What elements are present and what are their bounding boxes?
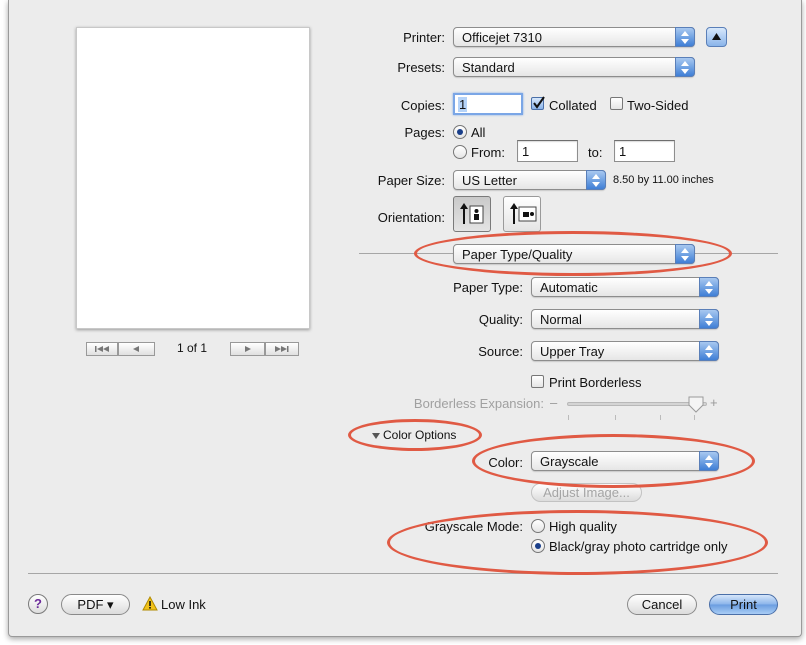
color-popup[interactable]: Grayscale bbox=[531, 451, 719, 471]
disclosure-triangle-icon bbox=[372, 433, 380, 439]
paper-dimensions: 8.50 by 11.00 inches bbox=[613, 174, 714, 186]
paper-size-value: US Letter bbox=[462, 173, 517, 188]
print-button[interactable]: Print bbox=[709, 594, 778, 615]
source-label: Source: bbox=[478, 344, 523, 359]
color-options-disclosure[interactable]: Color Options bbox=[371, 428, 471, 444]
landscape-orientation-icon bbox=[510, 203, 537, 224]
popup-arrows-icon bbox=[699, 341, 719, 361]
high-quality-label: High quality bbox=[549, 519, 617, 534]
low-ink-label: Low Ink bbox=[161, 597, 206, 612]
next-page-icon bbox=[245, 346, 251, 352]
next-page-button[interactable] bbox=[230, 342, 265, 356]
pages-from-label: From: bbox=[471, 145, 505, 160]
pages-label: Pages: bbox=[404, 125, 445, 140]
slider-track bbox=[567, 402, 707, 406]
popup-arrows-icon bbox=[699, 309, 719, 329]
first-page-button[interactable] bbox=[86, 342, 118, 356]
checkmark-icon bbox=[533, 96, 545, 109]
pages-to-value: 1 bbox=[619, 144, 627, 159]
first-page-icon bbox=[95, 346, 109, 352]
pages-all-label: All bbox=[471, 125, 486, 140]
presets-value: Standard bbox=[462, 60, 515, 75]
printer-value: Officejet 7310 bbox=[462, 30, 542, 45]
popup-arrows-icon bbox=[699, 451, 719, 471]
slider-minus-label: – bbox=[550, 395, 558, 410]
color-value: Grayscale bbox=[540, 454, 599, 469]
black-cartridge-radio[interactable] bbox=[531, 539, 545, 553]
portrait-orientation-icon bbox=[460, 203, 484, 224]
popup-arrows-icon bbox=[586, 170, 606, 190]
slider-tick bbox=[568, 415, 569, 420]
pages-from-value: 1 bbox=[522, 144, 530, 159]
grayscale-mode-label: Grayscale Mode: bbox=[424, 519, 523, 534]
copies-value: 1 bbox=[458, 97, 468, 112]
presets-popup[interactable]: Standard bbox=[453, 57, 695, 77]
presets-label: Presets: bbox=[397, 60, 445, 75]
warning-icon bbox=[142, 596, 158, 611]
paper-type-label: Paper Type: bbox=[453, 280, 523, 295]
pdf-button[interactable]: PDF ▾ bbox=[61, 594, 130, 615]
section-popup[interactable]: Paper Type/Quality bbox=[453, 244, 695, 264]
paper-type-value: Automatic bbox=[540, 280, 598, 295]
last-page-icon bbox=[275, 346, 289, 352]
pages-all-radio[interactable] bbox=[453, 125, 467, 139]
high-quality-radio[interactable] bbox=[531, 519, 545, 533]
slider-thumb bbox=[688, 396, 704, 413]
popup-arrows-icon bbox=[675, 57, 695, 77]
quality-value: Normal bbox=[540, 312, 582, 327]
help-button[interactable]: ? bbox=[28, 594, 48, 614]
section-value: Paper Type/Quality bbox=[462, 247, 573, 262]
pages-from-field[interactable]: 1 bbox=[517, 140, 578, 162]
landscape-button[interactable] bbox=[503, 196, 541, 232]
triangle-up-icon bbox=[712, 33, 721, 40]
copies-field[interactable]: 1 bbox=[453, 93, 523, 115]
page-preview bbox=[76, 27, 310, 329]
source-value: Upper Tray bbox=[540, 344, 605, 359]
portrait-button[interactable] bbox=[453, 196, 491, 232]
cancel-button[interactable]: Cancel bbox=[627, 594, 697, 615]
popup-arrows-icon bbox=[675, 244, 695, 264]
slider-plus-label: + bbox=[710, 395, 718, 410]
collated-label: Collated bbox=[549, 98, 597, 113]
copies-label: Copies: bbox=[400, 98, 445, 113]
printer-label: Printer: bbox=[403, 30, 445, 45]
print-borderless-checkbox[interactable] bbox=[531, 375, 544, 388]
color-label: Color: bbox=[488, 455, 523, 470]
collated-checkbox[interactable] bbox=[531, 96, 545, 110]
paper-size-popup[interactable]: US Letter bbox=[453, 170, 606, 190]
slider-tick bbox=[694, 415, 695, 420]
orientation-label: Orientation: bbox=[377, 210, 445, 225]
printer-popup[interactable]: Officejet 7310 bbox=[453, 27, 695, 47]
footer-divider bbox=[28, 573, 778, 574]
two-sided-label: Two-Sided bbox=[627, 98, 689, 113]
quality-popup[interactable]: Normal bbox=[531, 309, 719, 329]
color-options-label: Color Options bbox=[383, 428, 457, 442]
collapse-dialog-button[interactable] bbox=[706, 27, 727, 47]
black-cartridge-label: Black/gray photo cartridge only bbox=[549, 539, 728, 554]
page-counter: 1 of 1 bbox=[177, 341, 208, 355]
quality-label: Quality: bbox=[478, 312, 523, 327]
previous-page-button[interactable] bbox=[118, 342, 155, 356]
print-borderless-label: Print Borderless bbox=[549, 375, 642, 390]
two-sided-checkbox[interactable] bbox=[610, 97, 623, 110]
source-popup[interactable]: Upper Tray bbox=[531, 341, 719, 361]
help-icon: ? bbox=[34, 596, 42, 611]
borderless-expansion-label: Borderless Expansion: bbox=[413, 396, 544, 411]
borderless-expansion-slider[interactable] bbox=[567, 396, 707, 426]
paper-type-popup[interactable]: Automatic bbox=[531, 277, 719, 297]
pages-from-radio[interactable] bbox=[453, 145, 467, 159]
paper-size-label: Paper Size: bbox=[377, 173, 445, 188]
popup-arrows-icon bbox=[699, 277, 719, 297]
last-page-button[interactable] bbox=[265, 342, 299, 356]
slider-tick bbox=[615, 415, 616, 420]
slider-tick bbox=[660, 415, 661, 420]
previous-page-icon bbox=[133, 346, 139, 352]
popup-arrows-icon bbox=[675, 27, 695, 47]
adjust-image-button[interactable]: Adjust Image... bbox=[531, 483, 642, 502]
pages-to-label: to: bbox=[588, 145, 603, 160]
pages-to-field[interactable]: 1 bbox=[614, 140, 675, 162]
